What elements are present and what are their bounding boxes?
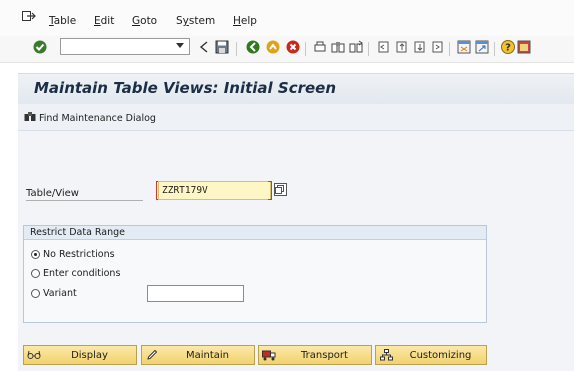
print-icon[interactable] <box>312 39 328 55</box>
hierarchy-icon <box>379 348 393 362</box>
first-page-icon[interactable] <box>375 39 391 55</box>
table-view-label: Table/View <box>26 188 79 199</box>
find-maintenance-dialog-button[interactable]: Find Maintenance Dialog <box>24 111 156 125</box>
radio-icon[interactable] <box>31 289 40 298</box>
toolbar-separator <box>368 42 369 56</box>
menu-goto[interactable]: Goto <box>132 15 157 27</box>
menu-bar: Table Edit Goto System Help <box>0 0 574 36</box>
back-icon[interactable] <box>245 39 261 55</box>
radio-no-restrictions[interactable]: No Restrictions <box>31 249 115 260</box>
svg-text:?: ? <box>505 43 511 54</box>
save-icon[interactable] <box>214 39 230 55</box>
toolbar-separator <box>305 42 306 56</box>
next-page-icon[interactable] <box>411 39 427 55</box>
customizing-button[interactable]: Customizing <box>375 345 487 365</box>
application-toolbar: Find Maintenance Dialog <box>18 104 574 131</box>
title-bar: Maintain Table Views: Initial Screen <box>18 73 574 105</box>
back-arrow-icon[interactable] <box>196 39 212 55</box>
required-marker-right <box>268 181 272 200</box>
toolbar-separator <box>236 42 237 56</box>
find-next-icon[interactable] <box>348 39 364 55</box>
restrict-data-range-header: Restrict Data Range <box>24 226 486 240</box>
toolbar-separator <box>494 42 495 56</box>
previous-page-icon[interactable] <box>393 39 409 55</box>
customize-layout-icon[interactable] <box>516 39 532 55</box>
radio-variant[interactable]: Variant <box>31 288 77 299</box>
transport-label: Transport <box>301 349 348 361</box>
customizing-label: Customizing <box>409 349 472 361</box>
table-view-label-underline <box>26 200 143 201</box>
page-title: Maintain Table Views: Initial Screen <box>34 79 337 97</box>
glasses-icon <box>27 348 41 362</box>
radio-icon[interactable] <box>31 250 40 259</box>
transport-button[interactable]: Transport <box>258 345 372 365</box>
value-help-icon[interactable] <box>274 183 287 196</box>
cancel-icon[interactable] <box>285 39 301 55</box>
maintain-label: Maintain <box>185 349 230 361</box>
create-session-icon[interactable] <box>456 39 472 55</box>
create-shortcut-icon[interactable] <box>474 39 490 55</box>
menu-system[interactable]: System <box>176 15 215 27</box>
exit-icon[interactable] <box>265 39 281 55</box>
radio-no-restrictions-label: No Restrictions <box>43 249 115 260</box>
menu-exit-icon[interactable] <box>22 10 36 22</box>
radio-enter-conditions-label: Enter conditions <box>43 268 121 279</box>
find-icon[interactable] <box>330 39 346 55</box>
menu-table[interactable]: Table <box>49 15 76 27</box>
table-view-input[interactable] <box>158 181 271 200</box>
radio-enter-conditions[interactable]: Enter conditions <box>31 268 120 279</box>
radio-icon[interactable] <box>31 269 40 278</box>
command-history-icon[interactable] <box>176 43 184 48</box>
enter-icon[interactable] <box>32 39 48 55</box>
radio-variant-label: Variant <box>43 288 77 299</box>
find-maintenance-dialog-label: Find Maintenance Dialog <box>39 112 156 124</box>
maintain-button[interactable]: Maintain <box>141 345 255 365</box>
binoculars-icon <box>24 111 36 125</box>
help-icon[interactable]: ? <box>500 39 516 55</box>
display-label: Display <box>71 349 108 361</box>
variant-input[interactable] <box>147 285 244 302</box>
pencil-icon <box>145 348 159 362</box>
command-field[interactable] <box>60 38 190 55</box>
menu-help[interactable]: Help <box>233 15 257 27</box>
menu-edit[interactable]: Edit <box>94 15 114 27</box>
last-page-icon[interactable] <box>429 39 445 55</box>
truck-icon <box>262 348 276 362</box>
display-button[interactable]: Display <box>23 345 137 365</box>
toolbar-separator <box>449 42 450 56</box>
